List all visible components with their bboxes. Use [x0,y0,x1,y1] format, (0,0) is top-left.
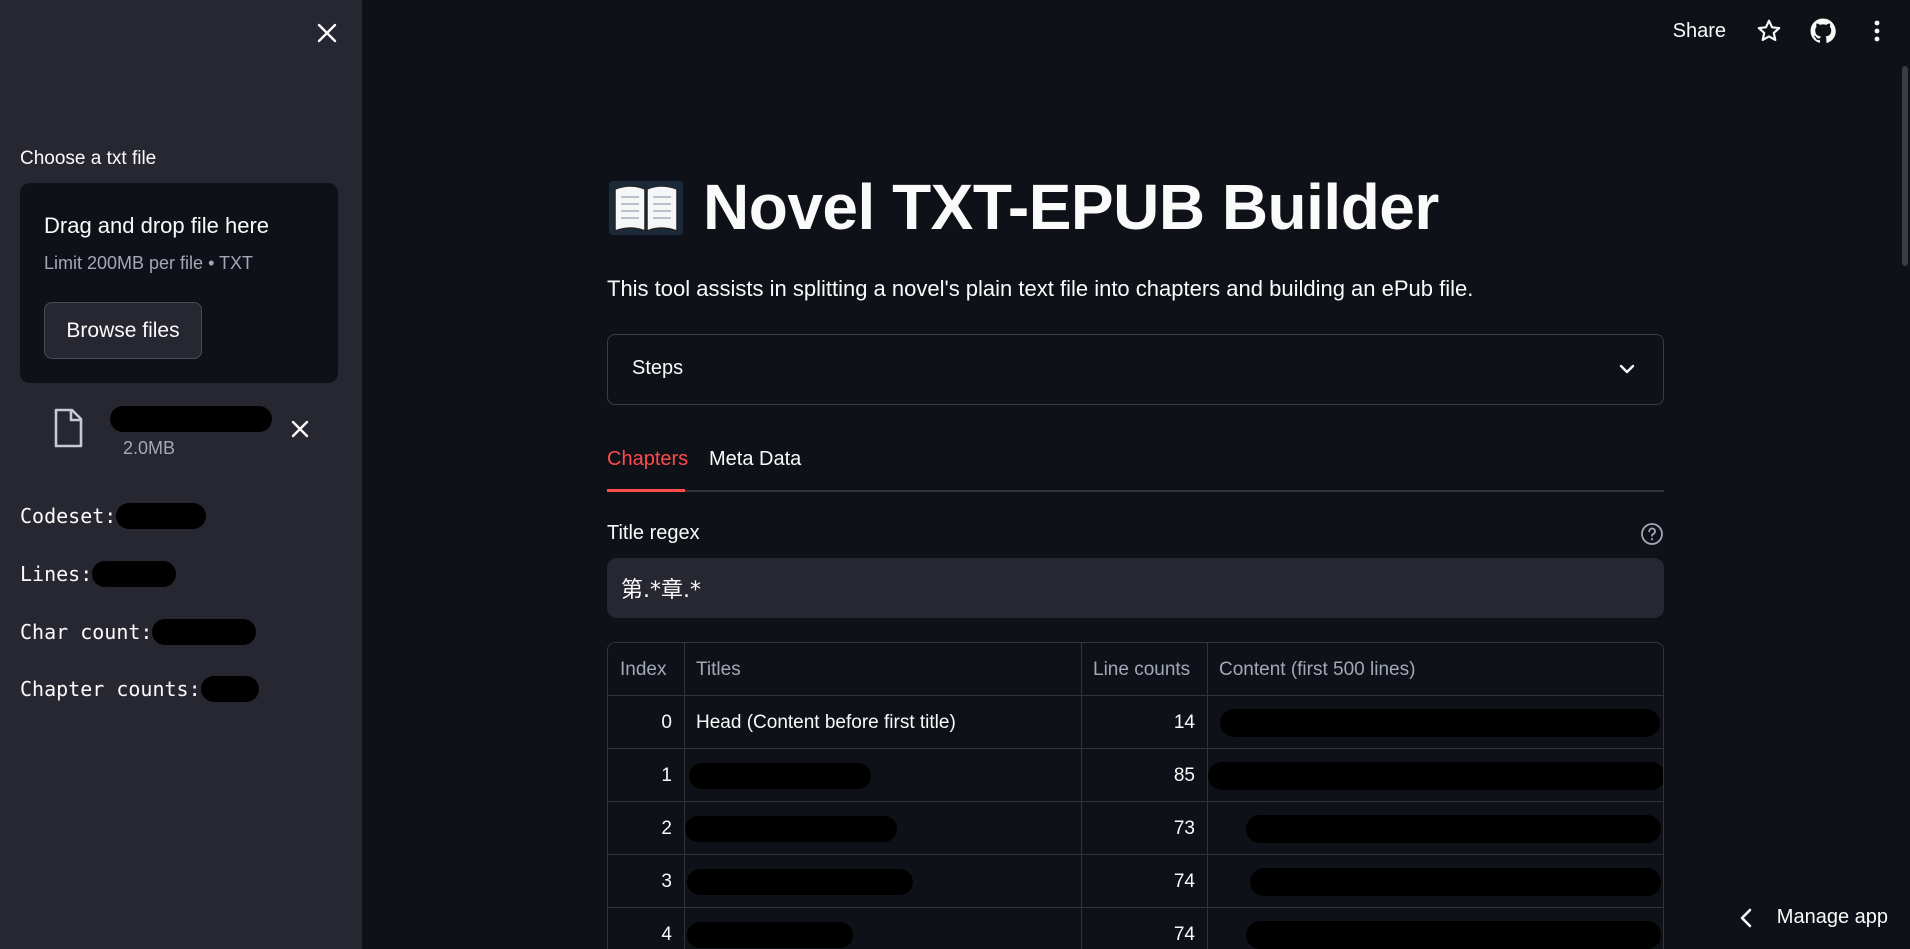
chevron-down-icon [1619,364,1635,374]
cell-line-count[interactable]: 14 [1082,696,1208,749]
tab-meta-data[interactable]: Meta Data [709,448,801,471]
stat-chapter-counts: Chapter counts: [20,676,259,702]
sidebar-close-button[interactable] [310,16,344,50]
active-tab-indicator [607,489,685,492]
cell-index[interactable]: 1 [608,749,685,802]
uploaded-file: 2.0MB [20,400,338,470]
cell-index[interactable]: 0 [608,696,685,749]
stat-char-count: Char count: [20,619,257,645]
file-dropzone[interactable]: Drag and drop file here Limit 200MB per … [20,183,338,383]
cell-index[interactable]: 4 [608,908,685,949]
share-button[interactable]: Share [1673,20,1726,43]
cell-content-redacted [1208,761,1663,790]
cell-content[interactable] [1208,749,1663,802]
cell-title[interactable] [685,908,1082,949]
cell-title[interactable] [685,749,1082,802]
cell-title[interactable] [685,802,1082,855]
column-header-titles[interactable]: Titles [685,643,1082,696]
cell-line-count[interactable]: 73 [1082,802,1208,855]
chevron-left-icon [1740,908,1752,927]
table-row[interactable]: 3 74 [608,855,1663,908]
steps-expander[interactable]: Steps [607,334,1664,405]
star-icon[interactable] [1754,16,1784,46]
file-size: 2.0MB [123,438,176,458]
table-header-row: Index Titles Line counts Content (first … [608,643,1663,696]
cell-content[interactable] [1208,802,1663,855]
cell-content[interactable] [1208,855,1663,908]
help-icon[interactable] [1640,522,1664,546]
stat-lines-redacted [92,561,177,587]
close-icon [317,23,337,43]
cell-title[interactable]: Head (Content before first title) [685,696,1082,749]
table-row[interactable]: 4 74 [608,908,1663,949]
stat-lines: Lines: [20,561,177,587]
title-regex-label: Title regex [607,522,700,544]
column-header-content[interactable]: Content (first 500 lines) [1208,643,1663,696]
cell-content-redacted [1246,920,1661,949]
cell-line-count[interactable]: 74 [1082,855,1208,908]
cell-line-count[interactable]: 85 [1082,749,1208,802]
cell-title-redacted [689,762,871,789]
table-row[interactable]: 2 73 [608,802,1663,855]
manage-app-button[interactable]: Manage app [1739,906,1888,929]
cell-content[interactable] [1208,908,1663,949]
dropzone-title: Drag and drop file here [44,213,270,238]
file-name-redacted [110,406,272,432]
header-toolbar: Share [1673,14,1910,48]
cell-title[interactable] [685,855,1082,908]
cell-line-count[interactable]: 74 [1082,908,1208,949]
expander-label: Steps [632,357,684,379]
page-description: This tool assists in splitting a novel's… [607,276,1474,301]
title-regex-input[interactable] [607,558,1664,618]
column-header-index[interactable]: Index [608,643,685,696]
column-header-line-counts[interactable]: Line counts [1082,643,1208,696]
more-vertical-icon[interactable] [1862,16,1892,46]
tab-chapters[interactable]: Chapters [607,448,688,471]
stat-chapter-counts-label: Chapter counts: [20,677,201,701]
stat-char-count-redacted [152,619,257,645]
stat-codeset-redacted [116,503,207,529]
manage-app-label: Manage app [1776,906,1888,928]
cell-content-redacted [1246,814,1661,843]
close-icon [291,420,309,438]
cell-content-redacted [1220,708,1660,737]
page-title-text: Novel TXT-EPUB Builder [703,171,1439,243]
github-icon[interactable] [1808,16,1838,46]
cell-title-redacted [687,921,853,948]
cell-content[interactable] [1208,696,1663,749]
stat-codeset: Codeset: [20,503,207,529]
book-icon [609,181,683,235]
page-title: Novel TXT-EPUB Builder [607,170,1439,244]
cell-index[interactable]: 2 [608,802,685,855]
stat-chapter-counts-redacted [200,676,259,702]
cell-title-redacted [687,868,913,895]
tab-bar: Chapters Meta Data [607,440,1664,492]
browse-files-button[interactable]: Browse files [44,302,202,359]
file-icon [54,408,83,448]
sidebar: Choose a txt file Drag and drop file her… [0,0,362,949]
dropzone-limit: Limit 200MB per file • TXT [44,253,254,273]
stat-codeset-label: Codeset: [20,504,117,528]
remove-file-button[interactable] [285,414,315,444]
table-row[interactable]: 0 Head (Content before first title) 14 [608,696,1663,749]
cell-index[interactable]: 3 [608,855,685,908]
chapters-table[interactable]: Index Titles Line counts Content (first … [607,642,1664,949]
cell-title-redacted [685,815,897,842]
stat-lines-label: Lines: [20,562,93,586]
scrollbar[interactable] [1902,66,1908,266]
table-row[interactable]: 1 85 [608,749,1663,802]
upload-label: Choose a txt file [20,148,157,169]
stat-char-count-label: Char count: [20,620,153,644]
cell-content-redacted [1250,867,1661,896]
